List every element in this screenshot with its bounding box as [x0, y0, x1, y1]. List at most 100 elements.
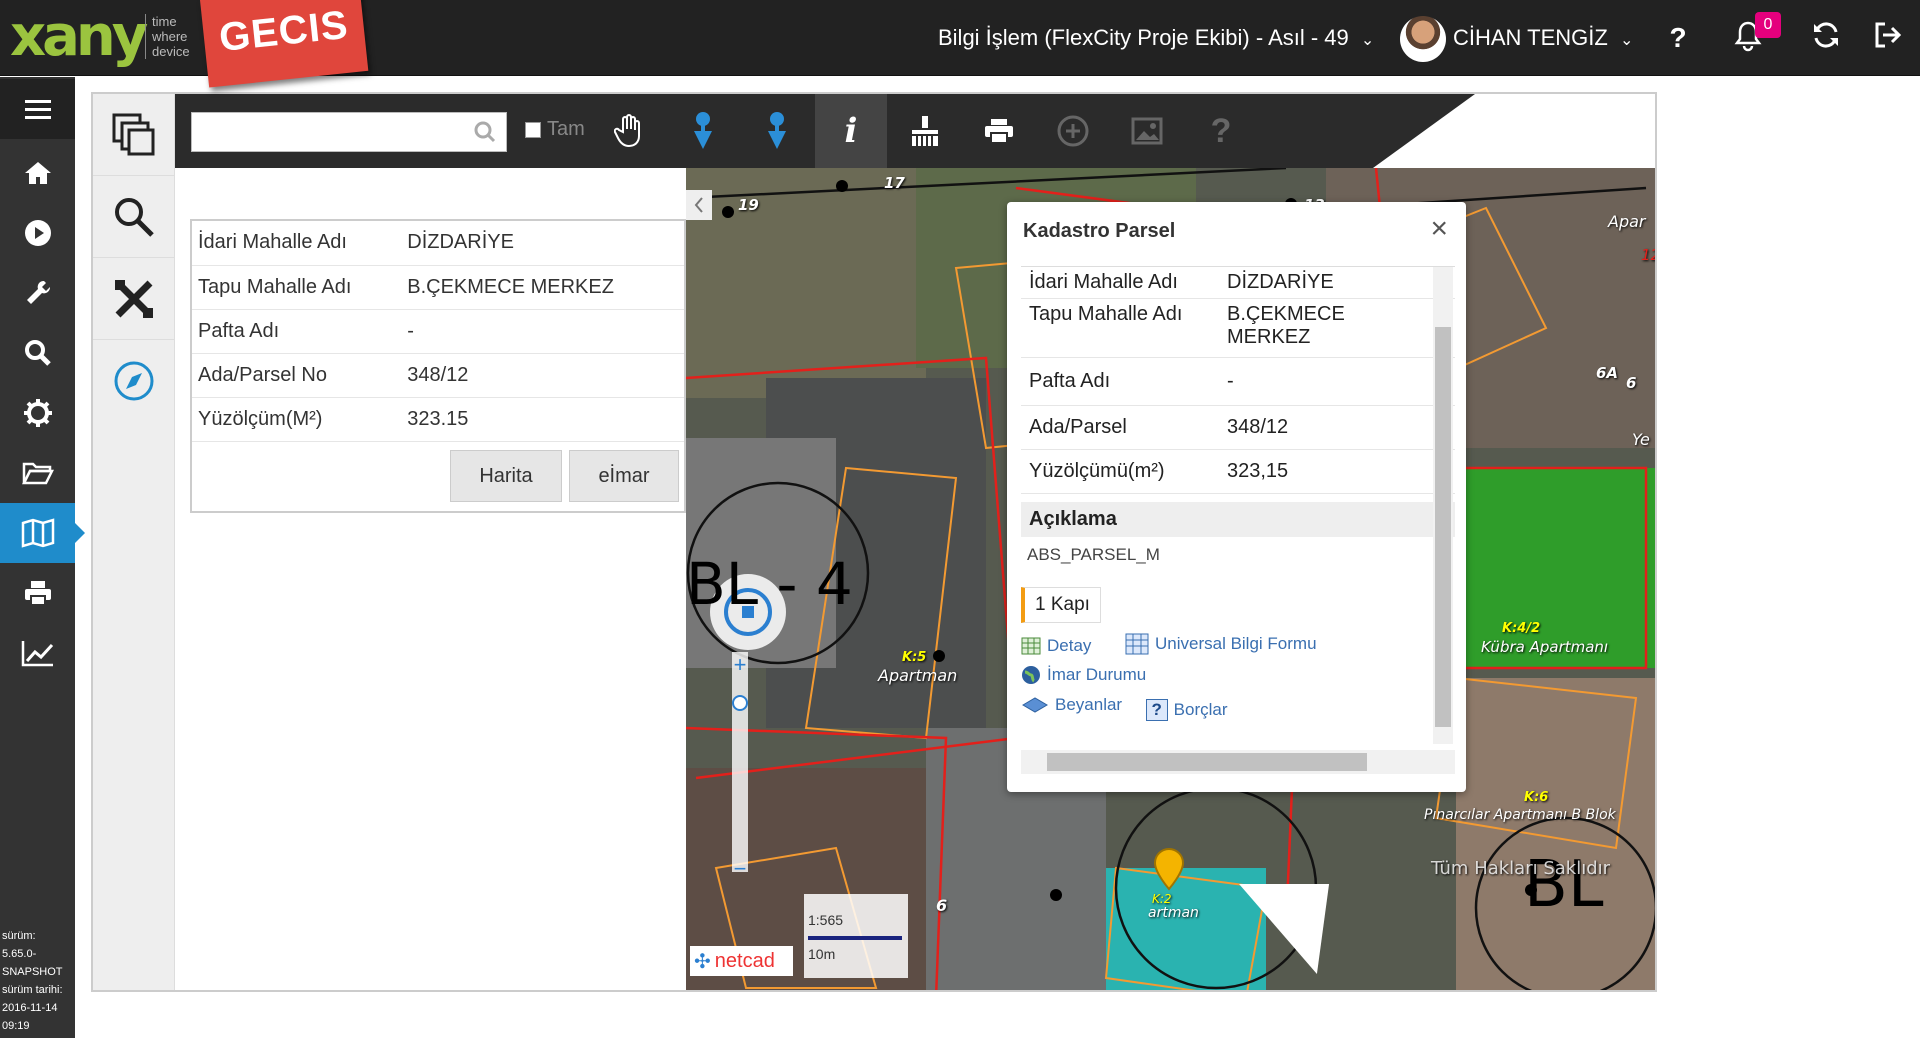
refresh-icon[interactable] — [1808, 20, 1844, 56]
parcel-popup: Kadastro Parsel × İdari Mahalle Adı DİZDA… — [1007, 202, 1466, 792]
link-label: Borçlar — [1173, 700, 1228, 719]
sidebar-item-reports[interactable] — [0, 623, 75, 683]
sidebar-item-map[interactable] — [0, 503, 85, 563]
help-tool[interactable]: ? — [1185, 94, 1257, 168]
measure-tool[interactable] — [1037, 94, 1109, 168]
scroll-thumb[interactable] — [1435, 327, 1451, 727]
beyanlar-link[interactable]: Beyanlar — [1021, 691, 1122, 719]
context-label: Bilgi İşlem (FlexCity Proje Ekibi) - Ası… — [938, 25, 1349, 50]
row-value: 323.15 — [407, 397, 684, 442]
hand-icon — [614, 114, 640, 148]
map-label: K:6 — [1524, 790, 1549, 805]
popup-row: Yüzölçümü(m²) 323,15 — [1021, 450, 1455, 494]
svg-text:−: − — [734, 856, 747, 881]
printer-icon — [985, 119, 1013, 144]
description-header: Açıklama — [1021, 502, 1455, 537]
borclar-link[interactable]: ? Borçlar — [1145, 695, 1228, 725]
home-icon — [24, 162, 51, 184]
image-icon — [1131, 117, 1163, 145]
row-label: Tapu Mahalle Adı — [1029, 303, 1183, 325]
scroll-thumb[interactable] — [1047, 753, 1367, 771]
logout-icon[interactable] — [1870, 20, 1906, 56]
layers-button[interactable] — [93, 94, 175, 176]
clear-tool[interactable] — [889, 94, 961, 168]
context-selector[interactable]: Bilgi İşlem (FlexCity Proje Ekibi) - Ası… — [938, 0, 1374, 76]
layers-stack-icon — [1022, 697, 1048, 713]
tagline-line: where — [152, 29, 188, 44]
sidebar-item-folders[interactable] — [0, 443, 75, 503]
info-tool[interactable]: i — [815, 94, 887, 168]
map-label: 6 — [936, 896, 948, 915]
door-count-tab[interactable]: 1 Kapı — [1021, 587, 1101, 623]
popup-row: İdari Mahalle Adı DİZDARİYE — [1021, 267, 1455, 299]
help-icon[interactable]: ? — [1660, 20, 1696, 56]
tagline-line: time — [152, 14, 177, 29]
eimar-button[interactable]: eİmar — [569, 450, 679, 502]
pin-add-tool[interactable] — [667, 94, 739, 168]
map-button[interactable]: Harita — [450, 450, 562, 502]
ubf-link[interactable]: Universal Bilgi Formu — [1125, 629, 1317, 659]
checkbox[interactable] — [525, 121, 541, 138]
row-value: B.ÇEKMECE MERKEZ — [407, 265, 684, 310]
broom-icon — [912, 116, 938, 146]
map-label: 12 — [1641, 246, 1655, 264]
sidebar-item-tools[interactable] — [0, 263, 75, 323]
version-line: 09:19 — [2, 1020, 30, 1032]
sidebar-item-print[interactable] — [0, 563, 75, 623]
image-tool[interactable] — [1111, 94, 1183, 168]
parcel-info-panel: İdari Mahalle Adı DİZDARİYE Tapu Mahalle … — [190, 219, 686, 513]
pin-move-tool[interactable] — [741, 94, 813, 168]
chart-icon — [21, 641, 53, 667]
imar-link[interactable]: İmar Durumu — [1021, 661, 1146, 689]
table-row: İdari Mahalle Adı DİZDARİYE — [192, 221, 684, 266]
map-label: Kübra Apartmanı — [1481, 638, 1609, 656]
row-value: - — [407, 309, 684, 354]
sidebar-item-home[interactable] — [0, 143, 75, 203]
chevron-down-icon: ⌄ — [1360, 32, 1375, 49]
close-icon[interactable]: × — [1430, 212, 1448, 246]
fullscreen-checkbox[interactable]: Tam — [525, 118, 585, 141]
sidebar-item-play[interactable] — [0, 203, 75, 263]
sidebar-item-settings[interactable] — [0, 383, 75, 443]
row-label: Pafta Adı — [1029, 370, 1111, 392]
horizontal-scrollbar[interactable] — [1021, 750, 1455, 774]
search-input[interactable] — [191, 112, 507, 152]
vertical-scrollbar[interactable] — [1433, 267, 1453, 744]
table-row: Ada/Parsel No 348/12 — [192, 353, 684, 398]
row-value: - — [1227, 370, 1234, 392]
search-field[interactable] — [200, 113, 470, 149]
draw-tool-button[interactable] — [93, 258, 175, 340]
avatar[interactable] — [1400, 16, 1446, 62]
row-value: 348/12 — [1227, 416, 1289, 438]
notification-badge: 0 — [1755, 12, 1781, 38]
collapse-handle — [686, 190, 712, 220]
user-name: CİHAN TENGİZ — [1453, 25, 1608, 50]
gear-icon — [23, 399, 52, 427]
vertical-toolbar — [93, 94, 175, 990]
map-label: K:4/2 — [1502, 621, 1541, 636]
pin-add-icon — [694, 112, 712, 149]
netcad-mark-icon: ✣ — [694, 950, 711, 973]
search-tool-button[interactable] — [93, 176, 175, 258]
pan-tool[interactable] — [593, 94, 665, 168]
menu-button[interactable] — [0, 79, 75, 139]
app-logo[interactable]: xany time where device — [10, 6, 200, 68]
detay-link[interactable]: Detay — [1021, 632, 1091, 660]
print-tool[interactable] — [963, 94, 1035, 168]
globe-icon — [1022, 666, 1040, 684]
row-label: Pafta Adı — [192, 309, 408, 354]
navigate-button[interactable] — [93, 340, 175, 422]
user-menu[interactable]: CİHAN TENGİZ ⌄ — [1453, 0, 1633, 76]
link-label: İmar Durumu — [1047, 665, 1147, 684]
table-row: Pafta Adı - — [192, 309, 684, 354]
version-line: sürüm: — [2, 930, 36, 942]
row-value: DİZDARİYE — [1227, 271, 1334, 293]
scale-indicator: 1:565 10m — [804, 894, 908, 978]
sidebar-item-search[interactable] — [0, 323, 75, 383]
row-value: 348/12 — [407, 353, 684, 398]
popup-body[interactable]: İdari Mahalle Adı DİZDARİYE Tapu Mahalle … — [1021, 266, 1455, 744]
row-label: İdari Mahalle Adı — [192, 221, 408, 266]
popup-links: Detay Universal Bilgi Formu İmar Durumu … — [1021, 629, 1455, 725]
row-value: 323,15 — [1227, 460, 1289, 482]
version-line: sürüm tarihi: — [2, 984, 63, 996]
